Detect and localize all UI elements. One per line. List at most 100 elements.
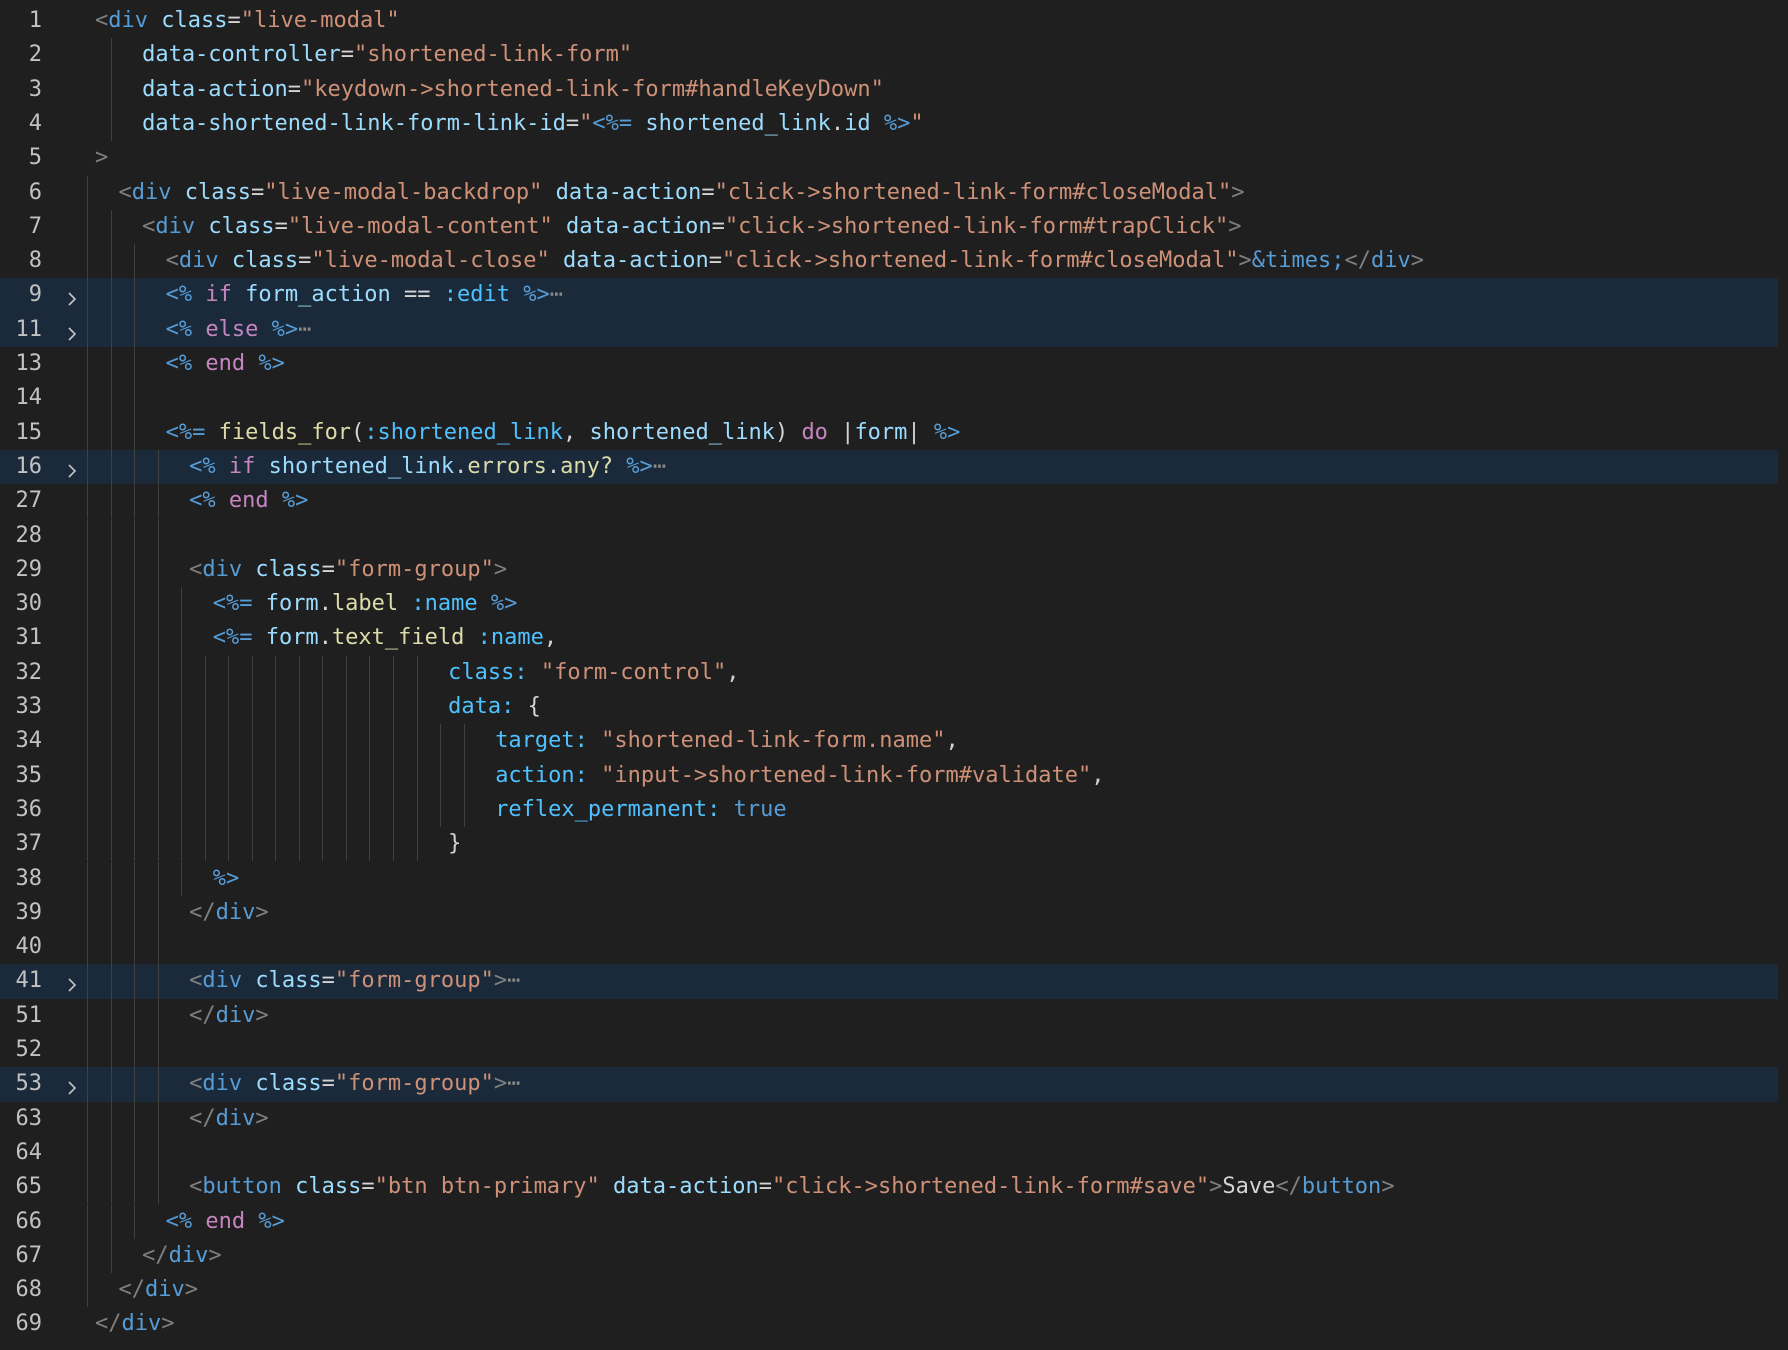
code-line[interactable]: 65 <button class="btn btn-primary" data-a… xyxy=(0,1170,1788,1205)
code-line[interactable]: 28 xyxy=(0,518,1788,553)
indent-guide xyxy=(134,690,136,725)
code-line[interactable]: 31 <%= form.text_field :name, xyxy=(0,621,1788,656)
code-line[interactable]: 8 <div class="live-modal-close" data-acti… xyxy=(0,244,1788,279)
indent-guide xyxy=(134,930,136,965)
code-line[interactable]: 32 class: "form-control", xyxy=(0,655,1788,690)
code-line[interactable]: 51 </div> xyxy=(0,998,1788,1033)
code-line[interactable]: 11 <% else %>⋯ xyxy=(0,312,1778,347)
code-token: <% xyxy=(165,282,193,308)
code-line[interactable]: 1 <div class="live-modal" xyxy=(0,4,1788,38)
indent-guide xyxy=(463,792,465,828)
code-token: form xyxy=(854,419,908,445)
code-line[interactable]: 14 xyxy=(0,381,1788,416)
code-line[interactable]: 15 <%= fields_for(:shortened_link, shorte… xyxy=(0,415,1788,450)
fold-chevron-right-icon[interactable] xyxy=(64,323,80,341)
indent-guide xyxy=(134,1170,136,1205)
indent-guide xyxy=(181,792,183,828)
code-line[interactable]: 53 <div class="form-group">⋯ xyxy=(0,1067,1778,1102)
code-token: </ xyxy=(95,1311,122,1337)
code-line[interactable]: 13 <% end %> xyxy=(0,347,1788,382)
code-line[interactable]: 16 <% if shortened_link.errors.any? %>⋯ xyxy=(0,449,1778,485)
code-token: form_action xyxy=(231,282,391,308)
fold-chevron-right-icon[interactable] xyxy=(64,288,80,306)
code-line[interactable]: 33 data: { xyxy=(0,690,1788,725)
code-token: "shortened-link-form" xyxy=(354,42,633,68)
code-line[interactable]: 63 </div> xyxy=(0,1101,1788,1136)
line-number: 34 xyxy=(15,728,43,754)
code-text: data-action="keydown->shortened-link-for… xyxy=(142,73,884,107)
indent-guide xyxy=(393,792,395,828)
code-token: } xyxy=(448,831,462,857)
code-token: %> xyxy=(613,453,653,479)
indent-guide xyxy=(87,587,88,622)
code-line[interactable]: 67 </div> xyxy=(0,1238,1788,1274)
code-line[interactable]: 2 data-controller="shortened-link-form" xyxy=(0,38,1788,73)
code-text: <%= fields_for(:shortened_link, shortene… xyxy=(166,416,961,450)
fold-chevron-right-icon[interactable] xyxy=(64,1077,80,1095)
code-text: <div class="form-group"> xyxy=(189,553,507,587)
code-line[interactable]: 64 xyxy=(0,1135,1788,1171)
indent-guide xyxy=(87,621,88,656)
code-line[interactable]: 40 xyxy=(0,930,1788,965)
code-token: "click->shortened-link-form#trapClick" xyxy=(724,213,1229,239)
code-line[interactable]: 41 <div class="form-group">⋯ xyxy=(0,964,1778,999)
indent-guide xyxy=(87,964,88,999)
indent-guide xyxy=(181,758,183,793)
code-token: < xyxy=(165,248,179,274)
indent-guide xyxy=(298,724,300,759)
code-line[interactable]: 27 <% end %> xyxy=(0,484,1788,519)
line-number: 16 xyxy=(15,453,43,479)
code-line[interactable]: 69 </div> xyxy=(0,1307,1788,1341)
code-token: = xyxy=(711,213,725,239)
code-line[interactable]: 37} xyxy=(0,827,1788,862)
code-line[interactable]: 7 <div class="live-modal-content" data-ac… xyxy=(0,209,1788,245)
code-token: data-action xyxy=(549,248,709,274)
code-line[interactable]: 35 action: "input->shortened-link-form#va… xyxy=(0,758,1788,793)
code-token: "click->shortened-link-form#closeModal" xyxy=(714,179,1232,205)
code-token: > xyxy=(255,1002,269,1028)
code-line[interactable]: 9 <% if form_action == :edit %>⋯ xyxy=(0,278,1778,313)
code-token: do xyxy=(801,419,828,445)
code-text: </div> xyxy=(189,999,269,1033)
code-line[interactable]: 39 </div> xyxy=(0,895,1788,931)
code-line[interactable]: 66 <% end %> xyxy=(0,1204,1788,1239)
code-token: . xyxy=(546,453,561,479)
code-line[interactable]: 52 xyxy=(0,1033,1788,1068)
code-line[interactable]: 3 data-action="keydown->shortened-link-fo… xyxy=(0,72,1788,107)
indent-guide xyxy=(393,724,395,759)
code-token: > xyxy=(1228,213,1242,239)
code-line[interactable]: 5 > xyxy=(0,141,1788,175)
code-token: </ xyxy=(118,1277,146,1303)
line-number: 11 xyxy=(15,316,43,342)
code-line[interactable]: 34 target: "shortened-link-form.name", xyxy=(0,724,1788,759)
code-token: shortened_link xyxy=(589,419,775,445)
fold-chevron-right-icon[interactable] xyxy=(64,974,80,992)
code-token: ) xyxy=(774,419,802,445)
code-text: <%= form.label :name %> xyxy=(213,587,518,621)
line-number: 65 xyxy=(15,1174,43,1200)
indent-guide xyxy=(134,312,136,347)
code-token: ⋯ xyxy=(507,1071,521,1097)
code-line[interactable]: 68 </div> xyxy=(0,1273,1788,1308)
code-line[interactable]: 4 data-shortened-link-form-link-id="<%= s… xyxy=(0,106,1788,142)
code-line[interactable]: 30 <%= form.label :name %> xyxy=(0,587,1788,622)
indent-guide xyxy=(110,655,112,690)
code-line[interactable]: 29 <div class="form-group"> xyxy=(0,552,1788,588)
code-editor[interactable]: 1 <div class="live-modal" 2 data-controller… xyxy=(0,0,1788,1350)
code-token: <%= xyxy=(212,625,253,651)
code-line[interactable]: 38 %> xyxy=(0,861,1788,896)
indent-guide xyxy=(87,175,88,210)
code-token: </ xyxy=(189,1002,216,1028)
code-token: </ xyxy=(142,1242,169,1268)
indent-guide xyxy=(204,724,206,759)
code-token: . xyxy=(454,453,468,479)
line-number: 3 xyxy=(28,76,42,102)
code-token: data-shortened-link-form-link-id xyxy=(142,110,566,136)
code-line[interactable]: 6 <div class="live-modal-backdrop" data-a… xyxy=(0,175,1788,210)
indent-guide xyxy=(110,1033,112,1068)
fold-chevron-right-icon[interactable] xyxy=(64,460,80,478)
code-token: "keydown->shortened-link-form#handleKeyD… xyxy=(301,76,884,102)
code-token: class xyxy=(148,8,228,33)
code-line[interactable]: 36 reflex_permanent: true xyxy=(0,792,1788,828)
line-number: 29 xyxy=(15,556,43,582)
